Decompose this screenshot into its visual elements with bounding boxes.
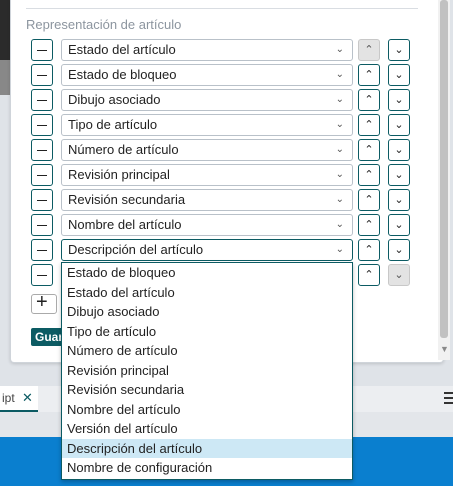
field-row: Número de artículo ⌄ ⌃ ⌄	[31, 139, 415, 163]
close-icon[interactable]: ✕	[22, 386, 33, 410]
field-dropdown-list[interactable]: Estado de bloqueo Estado del artículo Dibu…	[61, 262, 353, 480]
field-select[interactable]: Estado del artículo ⌄	[61, 39, 353, 61]
field-row: Nombre del artículo ⌄ ⌃ ⌄	[31, 214, 415, 238]
field-select-value: Descripción del artículo	[68, 242, 204, 257]
editor-tab[interactable]: ipt ✕	[0, 386, 38, 412]
field-select-value: Número de artículo	[68, 142, 179, 157]
dropdown-option[interactable]: Estado de bloqueo	[62, 263, 352, 283]
move-up-button[interactable]: ⌃	[358, 164, 380, 186]
field-row: Revisión secundaria ⌄ ⌃ ⌄	[31, 189, 415, 213]
field-select[interactable]: Revisión principal ⌄	[61, 164, 353, 186]
dropdown-option[interactable]: Descripción del artículo	[62, 438, 352, 458]
move-down-button[interactable]: ⌄	[388, 239, 410, 261]
move-down-button[interactable]: ⌄	[388, 64, 410, 86]
remove-row-button[interactable]	[31, 39, 53, 61]
field-select-value: Estado de bloqueo	[68, 67, 177, 82]
remove-row-button[interactable]	[31, 164, 53, 186]
field-select-value: Tipo de artículo	[68, 117, 158, 132]
field-select[interactable]: Revisión secundaria ⌄	[61, 189, 353, 211]
chevron-down-icon: ⌄	[335, 44, 344, 55]
move-up-button[interactable]: ⌃	[358, 239, 380, 261]
remove-row-button[interactable]	[31, 114, 53, 136]
remove-row-button[interactable]	[31, 64, 53, 86]
move-down-button[interactable]: ⌄	[388, 214, 410, 236]
dropdown-option[interactable]: Nombre de configuración	[62, 458, 352, 478]
remove-row-button[interactable]	[31, 89, 53, 111]
field-row: Descripción del artículo ⌄ ⌃ ⌄	[31, 239, 415, 263]
tab-label: ipt	[2, 391, 15, 405]
chevron-down-icon: ⌄	[335, 194, 344, 205]
chevron-down-icon: ⌄	[335, 144, 344, 155]
remove-row-button[interactable]	[31, 214, 53, 236]
move-down-button[interactable]: ⌄	[388, 39, 410, 61]
move-up-button[interactable]: ⌃	[358, 214, 380, 236]
chevron-down-icon: ⌄	[335, 244, 344, 255]
dropdown-option[interactable]: Número de artículo	[62, 341, 352, 361]
move-up-button[interactable]: ⌃	[358, 114, 380, 136]
field-select-value: Estado del artículo	[68, 42, 176, 57]
move-down-button[interactable]: ⌄	[388, 89, 410, 111]
menu-icon[interactable]	[444, 392, 453, 407]
chevron-down-icon: ⌄	[335, 119, 344, 130]
move-up-button[interactable]: ⌃	[358, 264, 380, 286]
section-title: Representación de artículo	[26, 17, 182, 32]
move-down-button[interactable]: ⌄	[388, 139, 410, 161]
field-select[interactable]: Nombre del artículo ⌄	[61, 214, 353, 236]
scroll-down-icon[interactable]: ▼	[440, 345, 449, 354]
remove-row-button[interactable]	[31, 189, 53, 211]
field-row: Revisión principal ⌄ ⌃ ⌄	[31, 164, 415, 188]
vertical-scrollbar[interactable]: ▼	[438, 0, 450, 360]
field-select-value: Revisión principal	[68, 167, 170, 182]
remove-row-button[interactable]	[31, 239, 53, 261]
field-select[interactable]: Tipo de artículo ⌄	[61, 114, 353, 136]
move-up-button[interactable]: ⌃	[358, 139, 380, 161]
dropdown-option[interactable]: Estado del artículo	[62, 283, 352, 303]
move-down-button[interactable]: ⌄	[388, 264, 410, 286]
scrollbar-thumb[interactable]	[440, 0, 448, 338]
dropdown-option[interactable]: Dibujo asociado	[62, 302, 352, 322]
field-select[interactable]: Descripción del artículo ⌄	[61, 239, 353, 261]
field-select[interactable]: Número de artículo ⌄	[61, 139, 353, 161]
field-row: Tipo de artículo ⌄ ⌃ ⌄	[31, 114, 415, 138]
chevron-down-icon: ⌄	[335, 169, 344, 180]
remove-row-button[interactable]	[31, 139, 53, 161]
field-row: Estado del artículo ⌄ ⌃ ⌄	[31, 39, 415, 63]
move-down-button[interactable]: ⌄	[388, 189, 410, 211]
field-select[interactable]: Estado de bloqueo ⌄	[61, 64, 353, 86]
dropdown-option[interactable]: Tipo de artículo	[62, 322, 352, 342]
chevron-down-icon: ⌄	[335, 94, 344, 105]
field-select-value: Dibujo asociado	[68, 92, 161, 107]
move-up-button[interactable]: ⌃	[358, 64, 380, 86]
section-separator	[26, 8, 418, 9]
chevron-down-icon: ⌄	[335, 219, 344, 230]
dropdown-option[interactable]: Revisión secundaria	[62, 380, 352, 400]
background-window	[0, 0, 10, 95]
move-down-button[interactable]: ⌄	[388, 164, 410, 186]
move-down-button[interactable]: ⌄	[388, 114, 410, 136]
field-select[interactable]: Dibujo asociado ⌄	[61, 89, 353, 111]
field-row: Dibujo asociado ⌄ ⌃ ⌄	[31, 89, 415, 113]
remove-row-button[interactable]	[31, 264, 53, 286]
chevron-down-icon: ⌄	[335, 69, 344, 80]
plus-icon: +	[36, 291, 48, 313]
dropdown-option[interactable]: Nombre del artículo	[62, 400, 352, 420]
dropdown-option[interactable]: Revisión principal	[62, 361, 352, 381]
move-up-button[interactable]: ⌃	[358, 189, 380, 211]
field-row: Estado de bloqueo ⌄ ⌃ ⌄	[31, 64, 415, 88]
add-row-button[interactable]: +	[31, 291, 57, 314]
dropdown-option[interactable]: Versión del artículo	[62, 419, 352, 439]
move-up-button[interactable]: ⌃	[358, 89, 380, 111]
field-select-value: Revisión secundaria	[68, 192, 186, 207]
field-select-value: Nombre del artículo	[68, 217, 182, 232]
move-up-button[interactable]: ⌃	[358, 39, 380, 61]
